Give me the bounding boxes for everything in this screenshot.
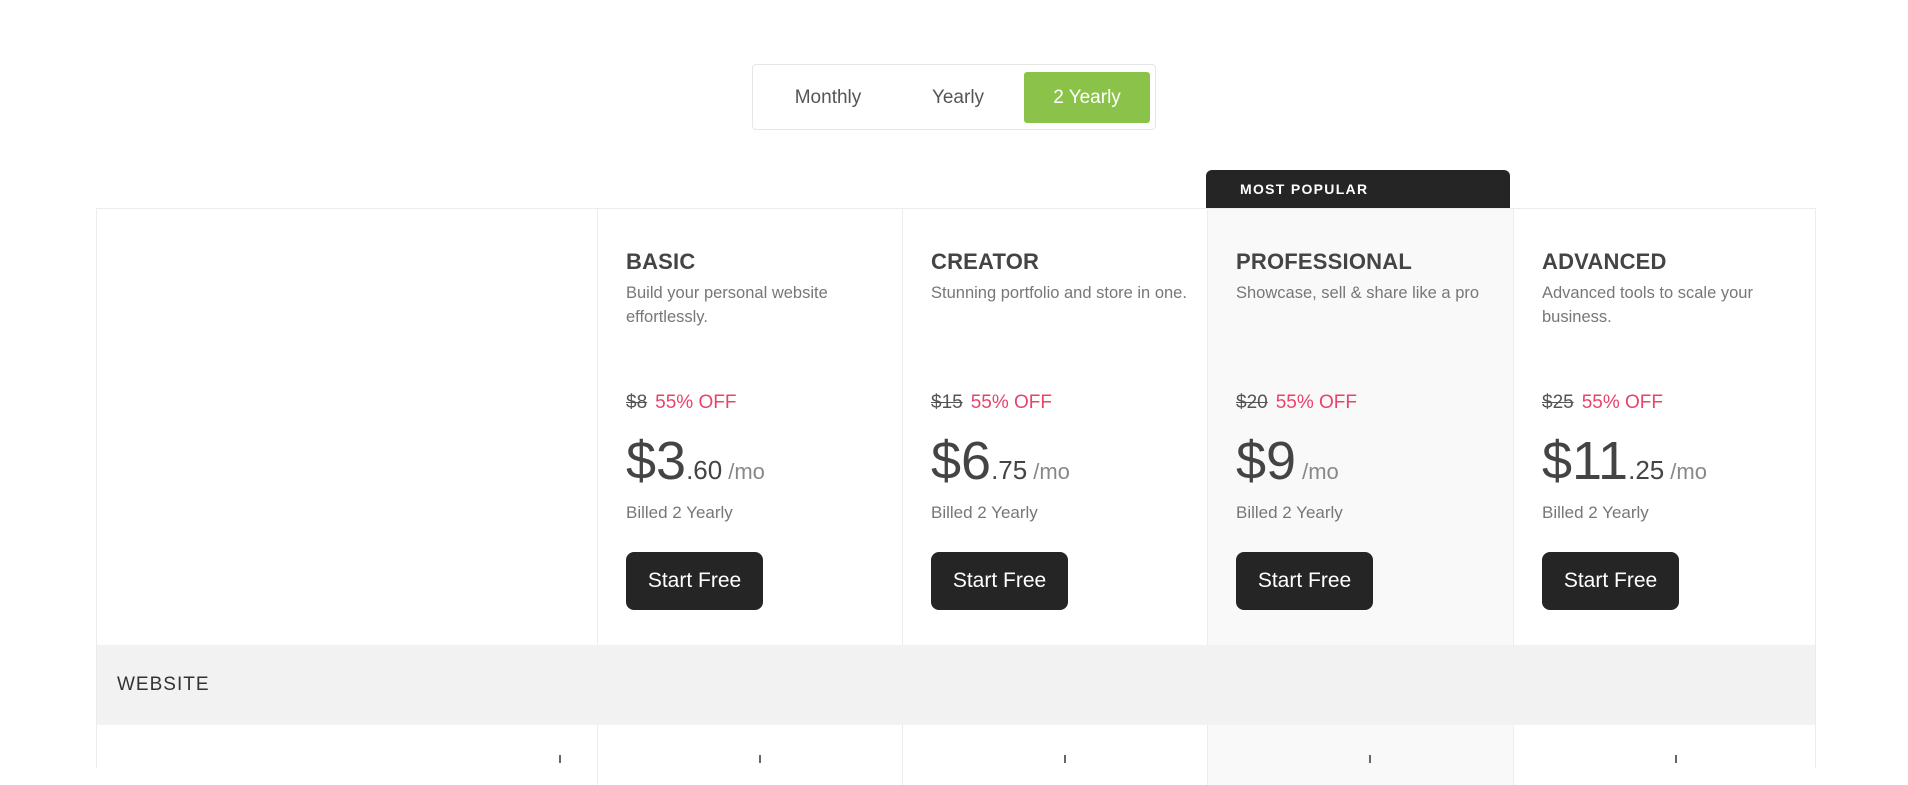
plan-column-creator: CREATOR Stunning portfolio and store in … [902, 209, 1207, 645]
billing-option-yearly[interactable]: Yearly [893, 72, 1023, 123]
price-unit: /mo [1302, 459, 1339, 484]
check-icon [759, 755, 761, 763]
billing-option-monthly[interactable]: Monthly [763, 72, 893, 123]
most-popular-badge: MOST POPULAR [1206, 170, 1510, 209]
discount-label: 55% OFF [655, 392, 737, 413]
price-dollars: $9 [1236, 431, 1297, 491]
feature-cell [1513, 725, 1817, 785]
plan-description: Build your personal website effortlessly… [626, 284, 828, 326]
price-cents: .75 [991, 455, 1028, 485]
billing-period-toggle: Monthly Yearly 2 Yearly [752, 64, 1156, 130]
plan-column-advanced: ADVANCED Advanced tools to scale your bu… [1513, 209, 1817, 645]
plan-description: Advanced tools to scale your business. [1542, 284, 1753, 326]
original-price: $25 [1542, 392, 1574, 413]
feature-label-column [97, 209, 597, 645]
feature-label-cell [97, 725, 597, 785]
original-price: $20 [1236, 392, 1268, 413]
price-unit: /mo [1670, 459, 1707, 484]
start-free-button[interactable]: Start Free [931, 552, 1068, 610]
plan-column-professional: PROFESSIONAL Showcase, sell & share like… [1207, 209, 1513, 645]
start-free-button[interactable]: Start Free [1542, 552, 1679, 610]
feature-cell [902, 725, 1207, 785]
price-unit: /mo [728, 459, 765, 484]
plan-description: Showcase, sell & share like a pro [1236, 284, 1480, 302]
price-dollars: $6 [931, 431, 992, 491]
check-icon [1064, 755, 1066, 763]
start-free-button[interactable]: Start Free [626, 552, 763, 610]
start-free-button[interactable]: Start Free [1236, 552, 1373, 610]
price-dollars: $3 [626, 431, 687, 491]
current-price: $3.60/mo [626, 431, 765, 491]
billing-note: Billed 2 Yearly [1542, 503, 1649, 522]
current-price: $9/mo [1236, 431, 1339, 491]
pricing-table: BASIC Build your personal website effort… [96, 208, 1817, 785]
original-price: $8 [626, 392, 648, 413]
section-label: WEBSITE [117, 674, 210, 695]
check-icon [1675, 755, 1677, 763]
price-dollars: $11 [1542, 431, 1629, 491]
feature-cell [1207, 725, 1513, 785]
feature-cell [597, 725, 902, 785]
billing-note: Billed 2 Yearly [626, 503, 733, 522]
discount-label: 55% OFF [1275, 392, 1358, 413]
original-price-row: $8 55% OFF [626, 392, 736, 414]
price-cents: .25 [1628, 455, 1665, 485]
current-price: $6.75/mo [931, 431, 1070, 491]
original-price-row: $20 55% OFF [1236, 392, 1357, 414]
plan-name: ADVANCED [1542, 249, 1667, 274]
discount-label: 55% OFF [1581, 392, 1664, 413]
plan-description: Stunning portfolio and store in one. [931, 284, 1187, 302]
original-price-row: $15 55% OFF [931, 392, 1052, 414]
current-price: $11.25/mo [1542, 431, 1707, 491]
billing-note: Billed 2 Yearly [1236, 503, 1343, 522]
billing-option-2-yearly[interactable]: 2 Yearly [1024, 72, 1150, 123]
discount-label: 55% OFF [970, 392, 1053, 413]
info-icon[interactable] [559, 755, 561, 763]
original-price: $15 [931, 392, 963, 413]
price-unit: /mo [1033, 459, 1070, 484]
original-price-row: $25 55% OFF [1542, 392, 1663, 414]
billing-note: Billed 2 Yearly [931, 503, 1038, 522]
price-cents: .60 [686, 455, 723, 485]
check-icon [1369, 755, 1371, 763]
plan-name: CREATOR [931, 249, 1040, 274]
section-header-website: WEBSITE [97, 645, 1815, 725]
plan-column-basic: BASIC Build your personal website effort… [597, 209, 902, 645]
plan-name: BASIC [626, 249, 696, 274]
plan-name: PROFESSIONAL [1236, 249, 1412, 274]
